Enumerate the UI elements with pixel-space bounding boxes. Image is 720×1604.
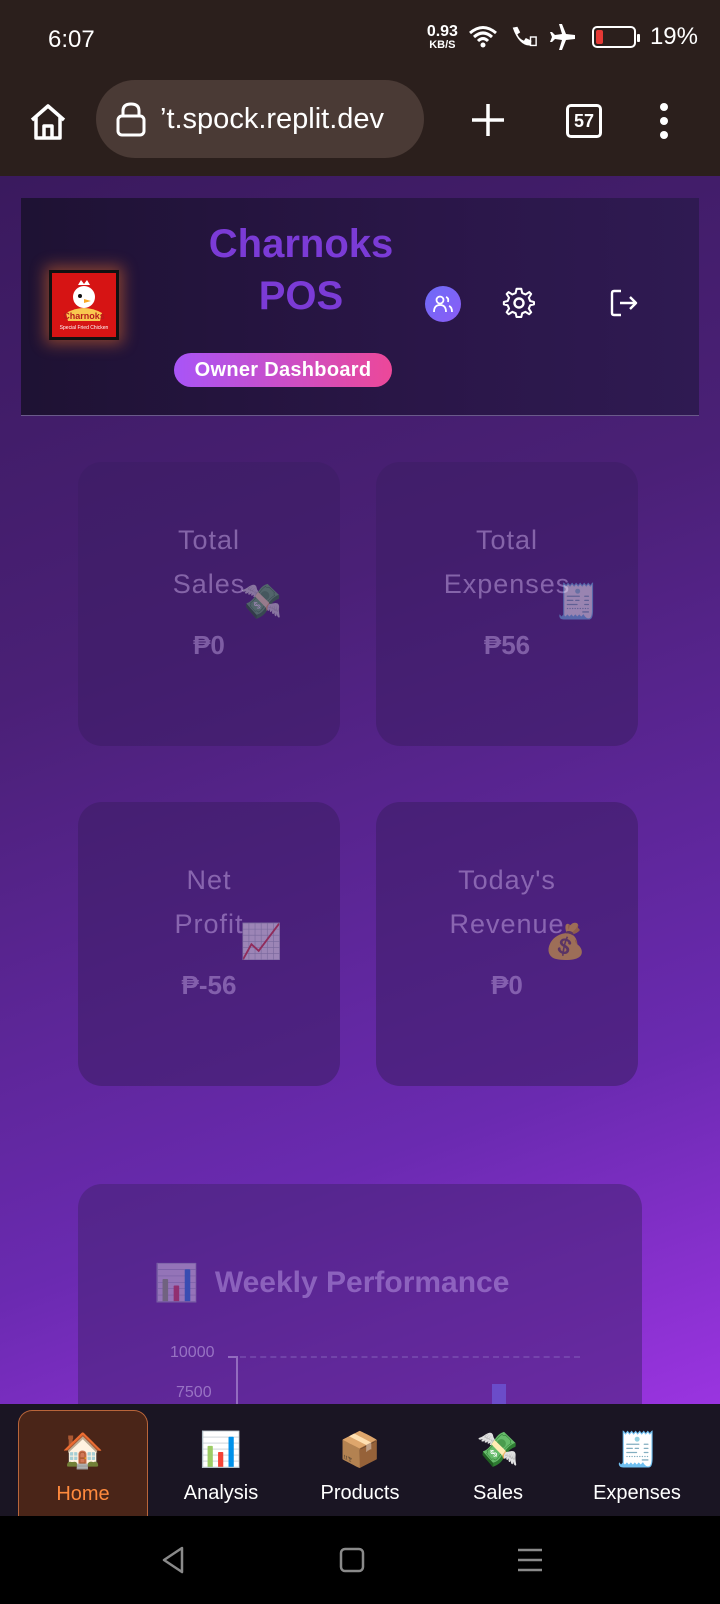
stat-label-line2: Revenue: [449, 909, 565, 939]
grid-line: [240, 1356, 580, 1358]
money-wings-icon: 💸: [476, 1431, 520, 1469]
battery-level-fill: [595, 30, 603, 44]
nav-home[interactable]: 🏠 Home: [18, 1410, 148, 1518]
weekly-performance-card: 📊 Weekly Performance 10000 7500: [78, 1184, 642, 1404]
status-bar: 6:07 0.93 KB/S 19%: [0, 0, 720, 80]
y-tick-label: 7500: [176, 1384, 212, 1401]
new-tab-icon[interactable]: [468, 98, 508, 142]
app-title-line2: POS: [258, 274, 344, 318]
settings-button[interactable]: [502, 286, 536, 320]
network-speed-unit: KB/S: [429, 38, 456, 51]
stat-value: ₱56: [483, 630, 531, 660]
tab-switcher-button[interactable]: 57: [566, 104, 602, 138]
app-title-line1: Charnoks: [208, 222, 394, 266]
airplane-mode-icon: [548, 22, 578, 52]
wifi-calling-icon: [508, 22, 538, 52]
stat-card-total-sales: Total Sales 💸 ₱0: [78, 462, 340, 746]
network-speed: 0.93 KB/S: [426, 22, 458, 51]
y-axis: [236, 1356, 238, 1404]
battery-icon: [591, 26, 640, 48]
charnoks-logo: Charnoks Special Fried Chicken: [49, 270, 119, 340]
nav-expenses[interactable]: 🧾 Expenses: [572, 1410, 702, 1518]
chicken-logo-icon: Charnoks Special Fried Chicken: [60, 280, 109, 331]
stat-label-line1: Total: [475, 525, 539, 555]
nav-analysis[interactable]: 📊 Analysis: [156, 1410, 286, 1518]
stat-label-line2: Sales: [172, 569, 246, 599]
nav-products[interactable]: 📦 Products: [295, 1410, 425, 1518]
nav-label: Products: [320, 1482, 400, 1504]
app-header: Charnoks Special Fried Chicken Charnoks …: [21, 198, 699, 416]
weekly-performance-label: Weekly Performance: [214, 1266, 510, 1299]
svg-text:Special Fried Chicken: Special Fried Chicken: [60, 325, 109, 331]
chart-bar: [492, 1384, 506, 1404]
bar-chart-icon: 📊: [154, 1262, 199, 1303]
users-icon: [433, 295, 453, 313]
stat-label-line1: Net: [186, 865, 232, 895]
y-tick-label: 10000: [170, 1344, 215, 1361]
stat-label-line1: Total: [177, 525, 241, 555]
package-icon: 📦: [338, 1431, 382, 1469]
url-text: ’t.spock.replit.dev: [160, 102, 385, 135]
browser-toolbar: ’t.spock.replit.dev 57: [0, 80, 720, 176]
bottom-nav: 🏠 Home 📊 Analysis 📦 Products 💸 Sales 🧾 E…: [0, 1404, 720, 1518]
nav-label: Expenses: [593, 1482, 681, 1504]
bar-chart-icon: 📊: [199, 1431, 243, 1469]
app-title: Charnoks POS: [171, 218, 431, 322]
money-wings-icon: 💸: [240, 583, 283, 621]
stat-label-line1: Today's: [458, 865, 556, 895]
url-bar[interactable]: ’t.spock.replit.dev: [96, 80, 424, 158]
status-time: 6:07: [48, 26, 95, 53]
money-bag-icon: 💰: [544, 923, 587, 961]
owner-dashboard-badge: Owner Dashboard: [174, 353, 392, 387]
web-page: Charnoks Special Fried Chicken Charnoks …: [0, 176, 720, 1404]
stat-card-total-expenses: Total Expenses 🧾 ₱56: [376, 462, 638, 746]
system-nav-bar: [0, 1516, 720, 1604]
stat-value: ₱0: [491, 970, 523, 1000]
svg-text:Charnoks: Charnoks: [63, 311, 105, 321]
wifi-icon: [468, 22, 498, 52]
nav-label: Analysis: [183, 1482, 259, 1504]
back-icon[interactable]: [154, 1540, 194, 1580]
weekly-performance-title: 📊 Weekly Performance: [154, 1262, 509, 1304]
stat-label-line2: Profit: [174, 909, 244, 939]
gear-icon: [502, 287, 535, 319]
logout-icon: [610, 289, 638, 317]
stat-value: ₱0: [193, 630, 225, 660]
y-axis-tick: [228, 1356, 236, 1358]
status-icons: 0.93 KB/S 19%: [427, 22, 698, 52]
nav-label: Sales: [472, 1482, 524, 1504]
lock-icon: [112, 100, 150, 138]
recents-icon[interactable]: [510, 1540, 550, 1580]
users-button[interactable]: [425, 286, 461, 322]
nav-sales[interactable]: 💸 Sales: [433, 1410, 563, 1518]
battery-percent: 19%: [649, 23, 698, 50]
more-menu-icon[interactable]: [652, 100, 676, 142]
network-speed-value: 0.93: [426, 22, 458, 40]
logout-button[interactable]: [607, 286, 641, 320]
receipt-icon: 🧾: [556, 583, 599, 621]
stat-label-line2: Expenses: [443, 569, 571, 599]
home-square-icon[interactable]: [332, 1540, 372, 1580]
home-icon[interactable]: [26, 100, 70, 144]
stat-value: ₱-56: [181, 970, 237, 1000]
house-icon: 🏠: [61, 1432, 105, 1470]
chart-increasing-icon: 📈: [240, 923, 283, 961]
nav-label: Home: [56, 1483, 110, 1505]
receipt-icon: 🧾: [615, 1431, 659, 1469]
stat-card-todays-revenue: Today's Revenue 💰 ₱0: [376, 802, 638, 1086]
stat-card-net-profit: Net Profit 📈 ₱-56: [78, 802, 340, 1086]
